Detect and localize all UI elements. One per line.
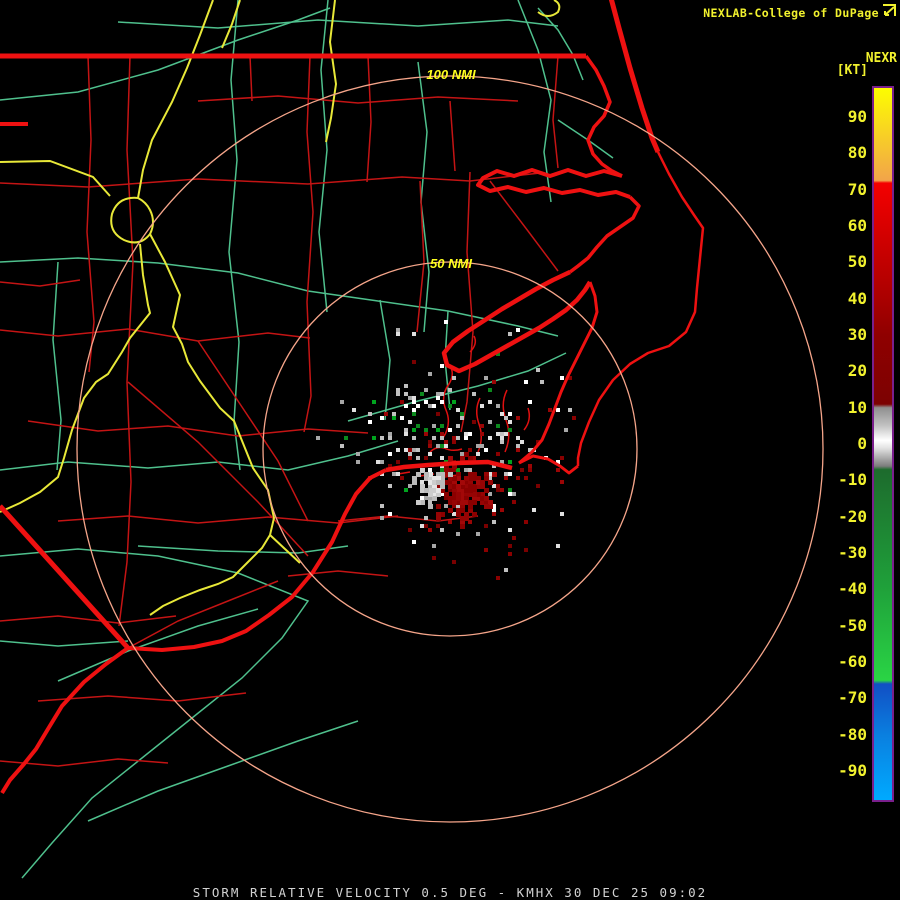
colorbar-tick: 10: [847, 397, 867, 417]
units-label: [KT]: [836, 63, 868, 78]
colorbar-tick: 20: [847, 361, 867, 381]
colorbar-tick: 0: [857, 434, 867, 453]
colorbar-tick: -20: [838, 506, 867, 526]
range-rings: [76, 75, 824, 823]
colorbar-tick: -70: [838, 688, 867, 708]
colorbar-tick: 60: [847, 216, 867, 236]
velocity-colorbar: [872, 86, 894, 802]
colorbar-tick: 50: [847, 252, 867, 272]
colorbar-tick: 70: [847, 179, 867, 199]
ring-label-50nmi: 50 NMI: [430, 256, 472, 271]
ring-label-100nmi: 100 NMI: [426, 67, 476, 82]
colorbar-tick: 40: [847, 288, 867, 308]
colorbar-tick: -90: [838, 760, 867, 780]
brand-title: NEXLAB-College of DuPage: [703, 6, 879, 20]
colorbar-tick: 80: [847, 143, 867, 163]
colorbar-tick: -50: [838, 615, 867, 635]
colorbar-tick: 30: [847, 325, 867, 345]
colorbar-tick: -40: [838, 579, 867, 599]
product-caption: STORM RELATIVE VELOCITY 0.5 DEG - KMHX 3…: [192, 885, 708, 900]
colorbar-tick: -60: [838, 651, 867, 671]
brand-logo-icon: [883, 4, 896, 16]
colorbar-tick: -30: [838, 542, 867, 562]
product-label: NEXR: [865, 51, 897, 66]
colorbar-tick: -80: [838, 724, 867, 744]
colorbar-tick: -10: [838, 470, 867, 490]
range-ring-100nmi: [76, 75, 824, 823]
radar-display: NEXLAB-College of DuPage NEXR [KT] 90 80 7…: [0, 0, 900, 900]
colorbar-tick: 90: [847, 107, 867, 127]
coastline: [0, 0, 705, 795]
map-canvas: [0, 0, 824, 879]
roads-secondary-red: [0, 55, 559, 767]
